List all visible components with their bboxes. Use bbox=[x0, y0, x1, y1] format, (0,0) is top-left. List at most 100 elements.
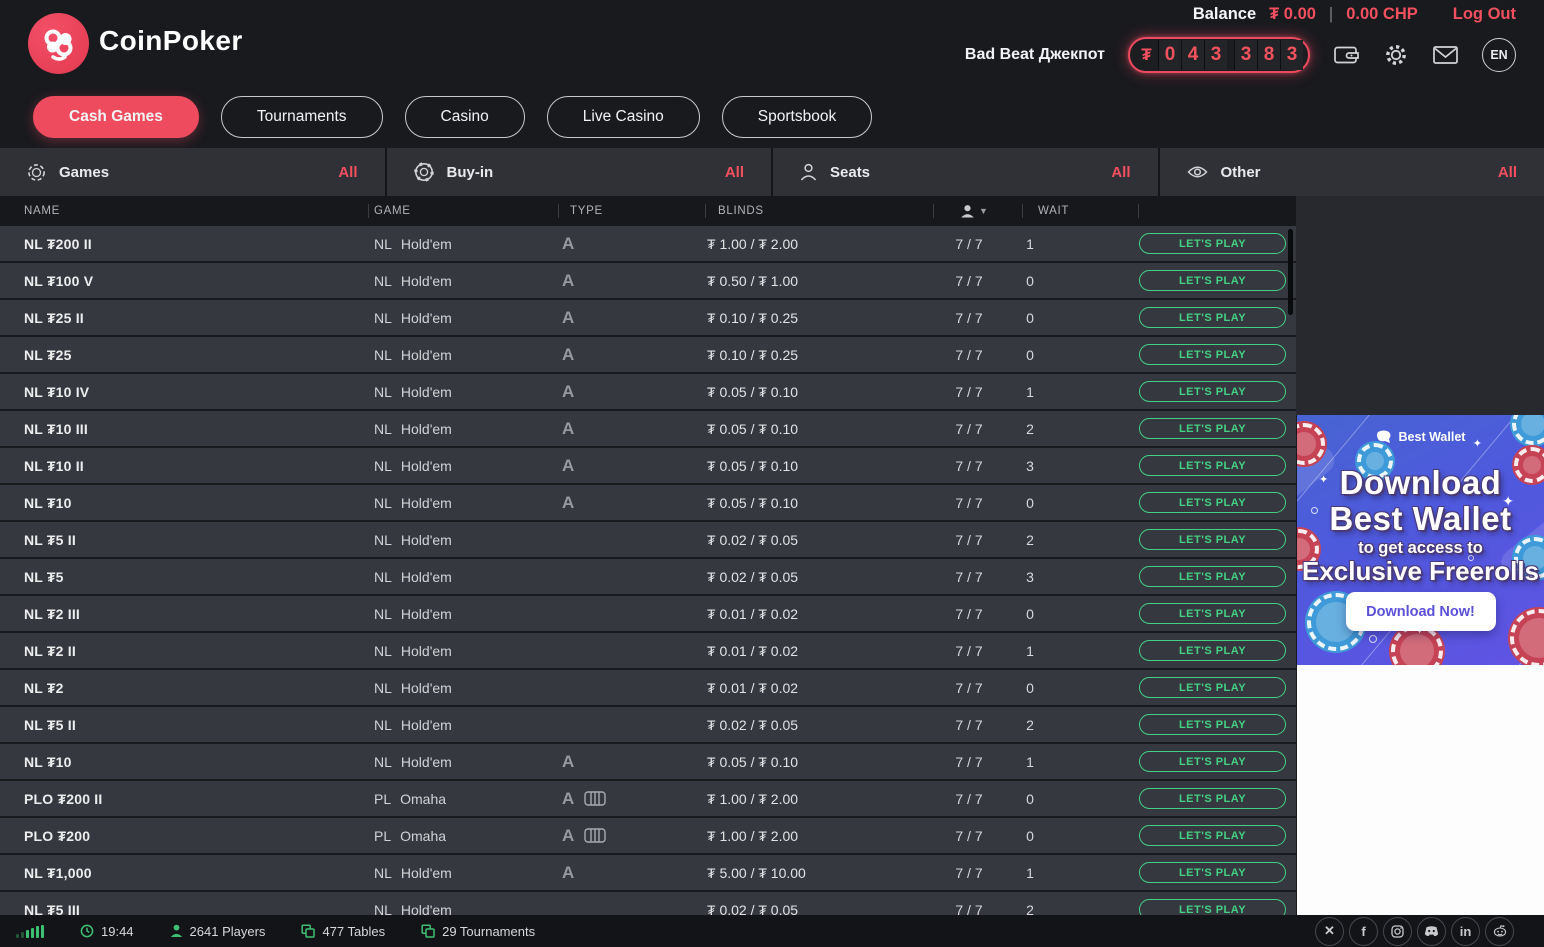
table-row[interactable]: NL ₮2 III NL Hold'em ₮ 0.01 / ₮ 0.02 7 / … bbox=[0, 596, 1296, 631]
table-row[interactable]: NL ₮10 NL Hold'em A ₮ 0.05 / ₮ 0.10 7 / 7… bbox=[0, 485, 1296, 520]
column-blinds[interactable]: BLINDS bbox=[718, 196, 764, 226]
jackpot-bar: Bad Beat Джекпот ₮ 0 4 3 3 8 3 EN bbox=[965, 37, 1516, 73]
lets-play-button[interactable]: LET'S PLAY bbox=[1139, 677, 1286, 698]
table-row[interactable]: NL ₮5 NL Hold'em ₮ 0.02 / ₮ 0.05 7 / 7 3 … bbox=[0, 559, 1296, 594]
lets-play-button[interactable]: LET'S PLAY bbox=[1139, 788, 1286, 809]
lets-play-button[interactable]: LET'S PLAY bbox=[1139, 270, 1286, 291]
row-wait: 2 bbox=[1026, 531, 1034, 548]
settings-gear-icon[interactable] bbox=[1383, 42, 1409, 68]
column-type[interactable]: TYPE bbox=[570, 196, 603, 226]
table-row[interactable]: PLO ₮200 II PL Omaha A ₮ 1.00 / ₮ 2.00 7 … bbox=[0, 781, 1296, 816]
table-row[interactable]: NL ₮25 II NL Hold'em A ₮ 0.10 / ₮ 0.25 7 … bbox=[0, 300, 1296, 335]
tab-tournaments[interactable]: Tournaments bbox=[220, 95, 383, 138]
row-game: NL Hold'em bbox=[374, 420, 452, 437]
column-players-sort[interactable]: ▼ bbox=[960, 196, 989, 226]
lets-play-button[interactable]: LET'S PLAY bbox=[1139, 529, 1286, 550]
ante-marker: A bbox=[562, 307, 575, 327]
row-game: NL Hold'em bbox=[374, 457, 452, 474]
lets-play-button[interactable]: LET'S PLAY bbox=[1139, 899, 1286, 915]
bad-beat-jackpot-counter[interactable]: ₮ 0 4 3 3 8 3 bbox=[1128, 37, 1310, 73]
row-name: NL ₮25 bbox=[24, 346, 72, 363]
filter-games[interactable]: Games All bbox=[0, 148, 385, 196]
ante-marker: A bbox=[562, 455, 575, 475]
lets-play-button[interactable]: LET'S PLAY bbox=[1139, 825, 1286, 846]
tab-sportsbook[interactable]: Sportsbook bbox=[721, 95, 873, 138]
lets-play-button[interactable]: LET'S PLAY bbox=[1139, 307, 1286, 328]
wallet-icon[interactable] bbox=[1333, 43, 1360, 67]
filter-seats[interactable]: Seats All bbox=[773, 148, 1158, 196]
table-row[interactable]: NL ₮5 II NL Hold'em ₮ 0.02 / ₮ 0.05 7 / 7… bbox=[0, 522, 1296, 557]
four-cards-icon bbox=[584, 828, 606, 843]
table-row[interactable]: NL ₮10 III NL Hold'em A ₮ 0.05 / ₮ 0.10 7… bbox=[0, 411, 1296, 446]
lets-play-button[interactable]: LET'S PLAY bbox=[1139, 381, 1286, 402]
row-blinds: ₮ 0.05 / ₮ 0.10 bbox=[707, 383, 799, 400]
filter-value[interactable]: All bbox=[1111, 164, 1130, 181]
mail-icon[interactable] bbox=[1432, 44, 1459, 66]
right-panel: ✦ ✦ ✦ ✦ ✦ Best Wallet Download Best Wall… bbox=[1296, 196, 1544, 915]
table-row[interactable]: NL ₮100 V NL Hold'em A ₮ 0.50 / ₮ 1.00 7 … bbox=[0, 263, 1296, 298]
table-row[interactable]: NL ₮200 II NL Hold'em A ₮ 1.00 / ₮ 2.00 7… bbox=[0, 226, 1296, 261]
table-row[interactable]: PLO ₮200 PL Omaha A ₮ 1.00 / ₮ 2.00 7 / 7… bbox=[0, 818, 1296, 853]
row-wait: 0 bbox=[1026, 346, 1034, 363]
instagram-icon[interactable] bbox=[1383, 916, 1412, 946]
tab-live-casino[interactable]: Live Casino bbox=[546, 95, 700, 138]
row-players: 7 / 7 bbox=[955, 642, 983, 659]
jackpot-currency: ₮ bbox=[1141, 45, 1152, 64]
filter-value[interactable]: All bbox=[338, 164, 357, 181]
lets-play-button[interactable]: LET'S PLAY bbox=[1139, 714, 1286, 735]
ante-marker: A bbox=[562, 344, 575, 364]
right-panel-spacer bbox=[1296, 196, 1544, 415]
table-row[interactable]: NL ₮1,000 NL Hold'em A ₮ 5.00 / ₮ 10.00 7… bbox=[0, 855, 1296, 890]
lets-play-button[interactable]: LET'S PLAY bbox=[1139, 492, 1286, 513]
filter-value[interactable]: All bbox=[725, 164, 744, 181]
row-blinds: ₮ 0.10 / ₮ 0.25 bbox=[707, 346, 799, 363]
lets-play-button[interactable]: LET'S PLAY bbox=[1139, 455, 1286, 476]
table-row[interactable]: NL ₮2 II NL Hold'em ₮ 0.01 / ₮ 0.02 7 / 7… bbox=[0, 633, 1296, 668]
best-wallet-ad-banner[interactable]: ✦ ✦ ✦ ✦ ✦ Best Wallet Download Best Wall… bbox=[1297, 415, 1544, 665]
logout-button[interactable]: Log Out bbox=[1453, 5, 1516, 24]
lets-play-button[interactable]: LET'S PLAY bbox=[1139, 862, 1286, 883]
connection-signal-icon bbox=[16, 924, 44, 938]
row-blinds: ₮ 0.01 / ₮ 0.02 bbox=[707, 642, 799, 659]
lets-play-button[interactable]: LET'S PLAY bbox=[1139, 344, 1286, 365]
table-row[interactable]: NL ₮5 II NL Hold'em ₮ 0.02 / ₮ 0.05 7 / 7… bbox=[0, 707, 1296, 742]
lets-play-button[interactable]: LET'S PLAY bbox=[1139, 751, 1286, 772]
lets-play-button[interactable]: LET'S PLAY bbox=[1139, 233, 1286, 254]
download-now-button[interactable]: Download Now! bbox=[1345, 592, 1496, 631]
table-row[interactable]: NL ₮10 NL Hold'em A ₮ 0.05 / ₮ 0.10 7 / 7… bbox=[0, 744, 1296, 779]
vertical-scrollbar[interactable] bbox=[1288, 229, 1293, 315]
table-row[interactable]: NL ₮10 II NL Hold'em A ₮ 0.05 / ₮ 0.10 7 … bbox=[0, 448, 1296, 483]
x-icon[interactable]: ✕ bbox=[1315, 916, 1344, 946]
language-selector[interactable]: EN bbox=[1482, 38, 1516, 72]
lets-play-button[interactable]: LET'S PLAY bbox=[1139, 603, 1286, 624]
table-row[interactable]: NL ₮5 III NL Hold'em ₮ 0.02 / ₮ 0.05 7 / … bbox=[0, 892, 1296, 915]
tables-icon bbox=[301, 924, 316, 938]
column-wait[interactable]: WAIT bbox=[1038, 196, 1069, 226]
coinpoker-logo-icon[interactable] bbox=[28, 13, 89, 74]
reddit-icon[interactable] bbox=[1485, 916, 1514, 946]
row-players: 7 / 7 bbox=[955, 790, 983, 807]
column-name[interactable]: NAME bbox=[24, 196, 60, 226]
table-row[interactable]: NL ₮25 NL Hold'em A ₮ 0.10 / ₮ 0.25 7 / 7… bbox=[0, 337, 1296, 372]
facebook-icon[interactable]: f bbox=[1349, 916, 1378, 946]
linkedin-icon[interactable]: in bbox=[1451, 916, 1480, 946]
row-wait: 3 bbox=[1026, 457, 1034, 474]
filter-buyin[interactable]: Buy-in All bbox=[386, 148, 771, 196]
filter-value[interactable]: All bbox=[1498, 164, 1517, 181]
jackpot-digit: 3 bbox=[1234, 40, 1257, 70]
filter-other[interactable]: Other All bbox=[1159, 148, 1544, 196]
tab-casino[interactable]: Casino bbox=[404, 95, 525, 138]
row-game: NL Hold'em bbox=[374, 642, 452, 659]
row-blinds: ₮ 5.00 / ₮ 10.00 bbox=[707, 864, 806, 881]
filter-label: Buy-in bbox=[446, 163, 494, 181]
lets-play-button[interactable]: LET'S PLAY bbox=[1139, 418, 1286, 439]
table-row[interactable]: NL ₮2 NL Hold'em ₮ 0.01 / ₮ 0.02 7 / 7 0 … bbox=[0, 670, 1296, 705]
row-type: A bbox=[562, 226, 574, 261]
tab-cash-games[interactable]: Cash Games bbox=[33, 95, 199, 138]
lets-play-button[interactable]: LET'S PLAY bbox=[1139, 566, 1286, 587]
discord-icon[interactable] bbox=[1417, 916, 1446, 946]
lets-play-button[interactable]: LET'S PLAY bbox=[1139, 640, 1286, 661]
four-cards-icon bbox=[584, 791, 606, 806]
table-row[interactable]: NL ₮10 IV NL Hold'em A ₮ 0.05 / ₮ 0.10 7 … bbox=[0, 374, 1296, 409]
column-game[interactable]: GAME bbox=[374, 196, 411, 226]
